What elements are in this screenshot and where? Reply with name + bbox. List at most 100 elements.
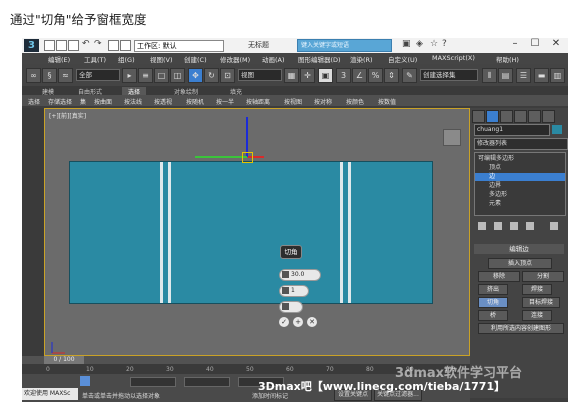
selected-edge[interactable]: [160, 162, 163, 303]
chamfer-button[interactable]: 切角: [478, 297, 508, 308]
select-manipulate-icon[interactable]: ✛: [300, 68, 315, 83]
x-coordinate-field[interactable]: [130, 377, 176, 387]
target-weld-button[interactable]: 目标焊接: [522, 297, 560, 308]
mirror-icon[interactable]: ⫴: [482, 68, 497, 83]
edit-named-sets-icon[interactable]: ✎: [402, 68, 417, 83]
menu-modifiers[interactable]: 修改器(M): [220, 54, 250, 64]
maximize-icon[interactable]: ☐: [526, 38, 544, 49]
chamfer-open-toggle[interactable]: [279, 301, 303, 313]
time-slider-thumb[interactable]: 0 / 100: [44, 356, 84, 364]
angle-snap-icon[interactable]: ∠: [352, 68, 367, 83]
menu-create[interactable]: 创建(C): [184, 54, 207, 64]
ribbon-by-half[interactable]: 按一半: [216, 97, 234, 106]
apply-icon[interactable]: +: [293, 317, 303, 327]
viewport-layout-tab[interactable]: [22, 108, 44, 356]
snap-3-icon[interactable]: 3: [336, 68, 351, 83]
y-coordinate-field[interactable]: [184, 377, 230, 387]
minimize-icon[interactable]: –: [506, 38, 524, 49]
move-gizmo-center[interactable]: [242, 152, 253, 163]
project-folder-icon[interactable]: [108, 40, 119, 51]
percent-snap-icon[interactable]: %: [368, 68, 383, 83]
wrench-icon[interactable]: [120, 40, 131, 51]
stack-item-vertex[interactable]: 顶点: [489, 164, 501, 172]
schematic-view-icon[interactable]: ▥: [550, 68, 565, 83]
weld-button[interactable]: 焊接: [522, 284, 552, 295]
window-frame-object[interactable]: [69, 161, 433, 304]
undo-icon[interactable]: ↶: [82, 39, 90, 49]
utilities-tab-icon[interactable]: [542, 110, 555, 123]
menu-graph-editors[interactable]: 图形编辑器(D): [298, 54, 341, 64]
modifier-list-dropdown[interactable]: 修改器列表: [474, 138, 568, 150]
edit-edges-rollout[interactable]: 编辑边: [474, 244, 564, 254]
ribbon-by-symmetry[interactable]: 按对称: [314, 97, 332, 106]
menu-help[interactable]: 帮助(H): [496, 54, 519, 64]
rotate-icon[interactable]: ↻: [204, 68, 219, 83]
menu-views[interactable]: 视图(V): [150, 54, 173, 64]
viewport-label[interactable]: [+][前][真实]: [49, 111, 86, 120]
display-tab-icon[interactable]: [528, 110, 541, 123]
ribbon-by-color[interactable]: 按颜色: [346, 97, 364, 106]
ok-icon[interactable]: ✓: [279, 317, 289, 327]
subscription-icon[interactable]: ◈: [416, 39, 423, 49]
favorites-icon[interactable]: ☆: [430, 39, 438, 49]
selection-lock-icon[interactable]: [80, 376, 90, 386]
select-by-name-icon[interactable]: ≡: [138, 68, 153, 83]
insert-vertex-button[interactable]: 插入顶点: [488, 258, 552, 269]
gizmo-y-axis[interactable]: [246, 117, 248, 157]
ribbon-by-view[interactable]: 按视图: [284, 97, 302, 106]
stack-item-border[interactable]: 边界: [489, 182, 501, 190]
spinner-snap-icon[interactable]: ⇕: [384, 68, 399, 83]
align-icon[interactable]: ▤: [498, 68, 513, 83]
select-object-icon[interactable]: ▸: [122, 68, 137, 83]
save-file-icon[interactable]: [68, 40, 79, 51]
remove-modifier-icon[interactable]: [526, 222, 534, 230]
ribbon-select[interactable]: 选择: [28, 97, 40, 106]
pin-stack-icon[interactable]: [478, 222, 486, 230]
motion-tab-icon[interactable]: [514, 110, 527, 123]
menu-customize[interactable]: 自定义(U): [388, 54, 417, 64]
ribbon-by-surface[interactable]: 按曲面: [94, 97, 112, 106]
link-icon[interactable]: ∞: [26, 68, 41, 83]
ribbon-by-pivot-distance[interactable]: 按轴距离: [246, 97, 270, 106]
split-button[interactable]: 分割: [522, 271, 564, 282]
show-end-result-icon[interactable]: [494, 222, 502, 230]
extrude-button[interactable]: 挤出: [478, 284, 508, 295]
object-name-field[interactable]: chuang1: [474, 124, 550, 136]
stack-item-polygon[interactable]: 多边形: [489, 191, 507, 199]
stack-item-element[interactable]: 元素: [489, 200, 501, 208]
chamfer-segments-field[interactable]: 1: [279, 285, 309, 297]
viewcube-icon[interactable]: [443, 129, 461, 146]
reference-coord-dropdown[interactable]: 视图: [238, 69, 282, 81]
app-logo[interactable]: 3: [24, 39, 39, 52]
binoculars-icon[interactable]: ▣: [402, 39, 411, 49]
help-icon[interactable]: ?: [442, 39, 447, 49]
cancel-icon[interactable]: ✕: [307, 317, 317, 327]
menu-group[interactable]: 组(G): [118, 54, 135, 64]
menu-animation[interactable]: 动画(A): [262, 54, 285, 64]
create-shape-button[interactable]: 利用所选内容创建图形: [478, 323, 564, 334]
ribbon-by-perspective[interactable]: 按透视: [154, 97, 172, 106]
front-viewport[interactable]: [+][前][真实] 切角 30.0 1 ✓ + ✕: [44, 108, 470, 356]
menu-edit[interactable]: 编辑(E): [48, 54, 70, 64]
search-input[interactable]: 键入关键字或短语: [297, 39, 392, 52]
gizmo-x-axis[interactable]: [195, 156, 247, 158]
make-unique-icon[interactable]: [510, 222, 518, 230]
maxscript-listener[interactable]: 欢迎使用 MAXSc: [22, 388, 78, 400]
ribbon-set[interactable]: 集: [80, 97, 86, 106]
workspace-dropdown[interactable]: 工作区: 默认: [134, 40, 224, 52]
stack-item-edge[interactable]: 边: [475, 173, 565, 181]
ribbon-by-normal[interactable]: 按法线: [124, 97, 142, 106]
unlink-icon[interactable]: §: [42, 68, 57, 83]
selected-edge[interactable]: [340, 162, 343, 303]
named-selection-set-dropdown[interactable]: 创建选择集: [420, 69, 478, 81]
rect-selection-icon[interactable]: □: [154, 68, 169, 83]
connect-button[interactable]: 连接: [522, 310, 552, 321]
move-icon[interactable]: ✥: [188, 68, 203, 83]
keyboard-shortcut-icon[interactable]: ▣: [318, 68, 333, 83]
configure-sets-icon[interactable]: [550, 222, 558, 230]
new-file-icon[interactable]: [44, 40, 55, 51]
curve-editor-icon[interactable]: ▬: [534, 68, 549, 83]
close-icon[interactable]: ✕: [547, 38, 565, 49]
ribbon-store-selection[interactable]: 存储选择: [48, 97, 72, 106]
menu-rendering[interactable]: 渲染(R): [350, 54, 373, 64]
